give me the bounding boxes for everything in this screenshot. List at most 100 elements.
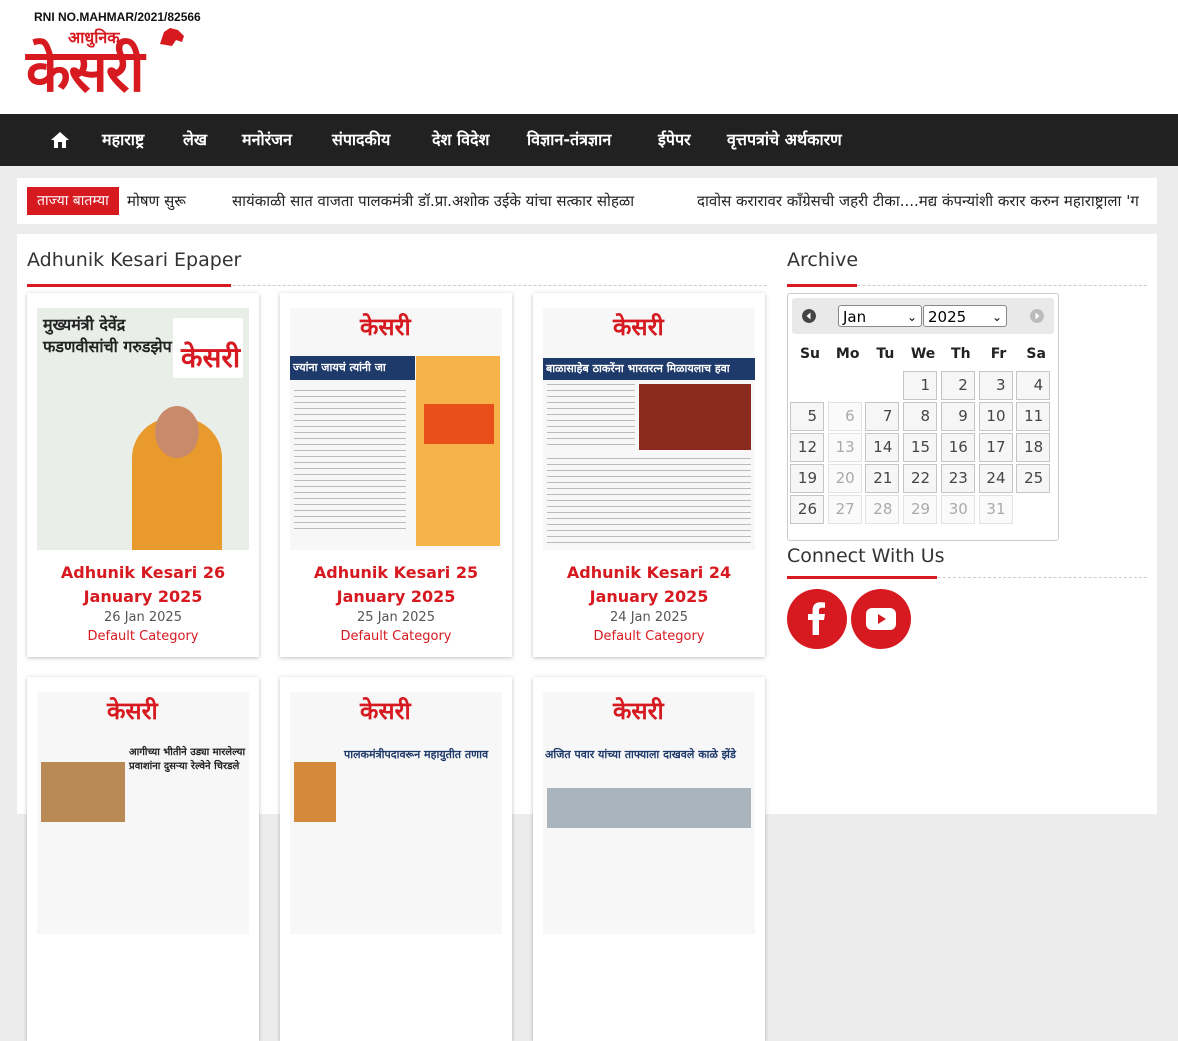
ticker-item[interactable]: मोषण सुरू bbox=[127, 178, 186, 224]
card-title[interactable]: Adhunik Kesari 26 January 2025 bbox=[27, 561, 259, 609]
calendar-day: 13 bbox=[827, 433, 862, 462]
facebook-icon bbox=[808, 602, 825, 635]
card-category[interactable]: Default Category bbox=[27, 629, 259, 644]
thumbnail-headline: मुख्यमंत्री देवेंद्र फडणवीसांची गरुडझेप bbox=[43, 315, 172, 356]
calendar-day[interactable]: 9 bbox=[940, 402, 975, 431]
calendar-day[interactable]: 7 bbox=[865, 402, 900, 431]
calendar-day[interactable]: 1 bbox=[903, 371, 938, 400]
weekday-label: Su bbox=[799, 346, 821, 362]
calendar-day[interactable]: 14 bbox=[865, 433, 900, 462]
epaper-thumbnail[interactable]: केसरी पालकमंत्रीपदावरून महायुतीत तणाव bbox=[290, 692, 502, 934]
nav-item-lekh[interactable]: लेख bbox=[183, 114, 207, 166]
content-area: Adhunik Kesari Epaper मुख्यमंत्री देवेंद… bbox=[17, 234, 1157, 1041]
calendar-day[interactable]: 15 bbox=[903, 433, 938, 462]
nav-item-arthakaran[interactable]: वृत्तपत्रांचे अर्थकारण bbox=[727, 114, 842, 166]
next-arrow-icon[interactable] bbox=[1030, 309, 1044, 323]
site-logo[interactable]: आधुनिक केसरी bbox=[26, 26, 211, 108]
weekday-label: Sa bbox=[1026, 346, 1046, 362]
thumbnail-headline: अजित पवार यांच्या ताफ्याला दाखवले काळे झ… bbox=[545, 748, 736, 761]
epaper-thumbnail[interactable]: केसरी अजित पवार यांच्या ताफ्याला दाखवले … bbox=[543, 692, 755, 934]
weekday-label: We bbox=[910, 346, 936, 362]
calendar-day: 20 bbox=[827, 464, 862, 493]
thumbnail-headline: ज्यांना जायचं त्यांनी जा bbox=[290, 356, 415, 380]
month-select[interactable]: Jan ⌄ bbox=[838, 305, 922, 327]
calendar-day[interactable]: 5 bbox=[790, 402, 824, 431]
epaper-section-title: Adhunik Kesari Epaper bbox=[27, 249, 242, 271]
epaper-card[interactable]: केसरी अजित पवार यांच्या ताफ्याला दाखवले … bbox=[533, 677, 765, 1041]
epaper-thumbnail[interactable]: केसरी ज्यांना जायचं त्यांनी जा bbox=[290, 308, 502, 550]
calendar-day[interactable]: 8 bbox=[903, 402, 938, 431]
thumbnail-logo: केसरी bbox=[181, 341, 241, 374]
calendar-day[interactable]: 18 bbox=[1016, 433, 1051, 462]
calendar-day[interactable]: 16 bbox=[940, 433, 975, 462]
youtube-icon bbox=[866, 608, 896, 630]
thumbnail-headline: आगीच्या भीतीने उड्या मारलेल्या प्रवाशांन… bbox=[129, 747, 246, 772]
card-category[interactable]: Default Category bbox=[533, 629, 765, 644]
card-date: 26 Jan 2025 bbox=[104, 610, 182, 625]
home-icon[interactable] bbox=[50, 130, 70, 150]
archive-title: Archive bbox=[787, 249, 859, 271]
facebook-button[interactable] bbox=[787, 589, 847, 649]
calendar-day[interactable]: 24 bbox=[978, 464, 1013, 493]
chevron-down-icon: ⌄ bbox=[991, 310, 1002, 324]
calendar-day[interactable]: 23 bbox=[940, 464, 975, 493]
calendar-day[interactable]: 19 bbox=[790, 464, 824, 493]
calendar-day[interactable]: 25 bbox=[1016, 464, 1051, 493]
epaper-thumbnail[interactable]: केसरी बाळासाहेब ठाकरेंना भारतरत्न मिळायल… bbox=[543, 308, 755, 550]
nav-item-sampadakiya[interactable]: संपादकीय bbox=[332, 114, 390, 166]
calendar-day[interactable]: 10 bbox=[978, 402, 1013, 431]
calendar-day: 30 bbox=[940, 495, 975, 524]
nav-item-vidnyan[interactable]: विज्ञान-तंत्रज्ञान bbox=[527, 114, 611, 166]
title-underline bbox=[787, 576, 937, 579]
epaper-card[interactable]: केसरी ज्यांना जायचं त्यांनी जा Adhunik K… bbox=[280, 293, 512, 657]
ticker-badge: ताज्या बातम्या bbox=[27, 187, 119, 215]
card-title[interactable]: Adhunik Kesari 24 January 2025 bbox=[533, 561, 765, 609]
year-value: 2025 bbox=[928, 308, 967, 326]
calendar-day: 27 bbox=[827, 495, 862, 524]
epaper-card[interactable]: केसरी आगीच्या भीतीने उड्या मारलेल्या प्र… bbox=[27, 677, 259, 1041]
calendar-day[interactable]: 12 bbox=[790, 433, 824, 462]
calendar-day[interactable]: 3 bbox=[978, 371, 1013, 400]
title-underline bbox=[787, 284, 857, 287]
calendar-day[interactable]: 21 bbox=[865, 464, 900, 493]
calendar-day[interactable]: 17 bbox=[978, 433, 1013, 462]
weekday-label: Th bbox=[951, 346, 971, 362]
nav-item-epaper[interactable]: ईपेपर bbox=[658, 114, 691, 166]
epaper-thumbnail[interactable]: केसरी आगीच्या भीतीने उड्या मारलेल्या प्र… bbox=[37, 692, 249, 934]
nav-item-maharashtra[interactable]: महाराष्ट्र bbox=[102, 114, 144, 166]
calendar-day[interactable]: 4 bbox=[1016, 371, 1051, 400]
thumbnail-headline: बाळासाहेब ठाकरेंना भारतरत्न मिळायलाच हवा bbox=[543, 358, 755, 380]
archive-calendar: Jan ⌄ 2025 ⌄ Su Mo Tu We Th Fr Sa 1 2 3 4 5 6 7 8 9 10 1… bbox=[787, 293, 1059, 541]
card-title[interactable]: Adhunik Kesari 25 January 2025 bbox=[280, 561, 512, 609]
rni-number: RNI NO.MAHMAR/2021/82566 bbox=[34, 10, 201, 24]
prev-arrow-icon[interactable] bbox=[802, 309, 816, 323]
epaper-card[interactable]: केसरी बाळासाहेब ठाकरेंना भारतरत्न मिळायल… bbox=[533, 293, 765, 657]
youtube-button[interactable] bbox=[851, 589, 911, 649]
weekday-label: Mo bbox=[835, 346, 860, 362]
calendar-day: 31 bbox=[978, 495, 1013, 524]
ticker-item[interactable]: सायंकाळी सात वाजता पालकमंत्री डॉ.प्रा.अश… bbox=[232, 178, 634, 224]
epaper-thumbnail[interactable]: मुख्यमंत्री देवेंद्र फडणवीसांची गरुडझेप … bbox=[37, 308, 249, 550]
card-category[interactable]: Default Category bbox=[280, 629, 512, 644]
epaper-card[interactable]: केसरी पालकमंत्रीपदावरून महायुतीत तणाव bbox=[280, 677, 512, 1041]
calendar-day: 6 bbox=[827, 402, 862, 431]
lion-icon bbox=[160, 28, 184, 46]
calendar-day[interactable]: 22 bbox=[903, 464, 938, 493]
thumbnail-headline: पालकमंत्रीपदावरून महायुतीत तणाव bbox=[344, 748, 489, 761]
nav-item-manoranjan[interactable]: मनोरंजन bbox=[242, 114, 292, 166]
logo-big-text: केसरी bbox=[26, 37, 144, 105]
news-ticker: ताज्या बातम्या मोषण सुरू सायंकाळी सात वा… bbox=[17, 178, 1157, 224]
calendar-day[interactable]: 26 bbox=[790, 495, 824, 524]
calendar-day[interactable]: 11 bbox=[1016, 402, 1051, 431]
calendar-day: 28 bbox=[865, 495, 900, 524]
epaper-card[interactable]: मुख्यमंत्री देवेंद्र फडणवीसांची गरुडझेप … bbox=[27, 293, 259, 657]
calendar-day[interactable]: 2 bbox=[940, 371, 975, 400]
thumbnail-logo: केसरी bbox=[360, 697, 411, 725]
main-nav: महाराष्ट्र लेख मनोरंजन संपादकीय देश विदे… bbox=[0, 114, 1178, 166]
thumbnail-logo: केसरी bbox=[360, 313, 411, 341]
ticker-item[interactable]: दावोस करारावर काँग्रेसची जहरी टीका....मद… bbox=[697, 178, 1139, 224]
thumbnail-logo: केसरी bbox=[613, 313, 664, 341]
nav-item-desh-videsh[interactable]: देश विदेश bbox=[432, 114, 489, 166]
card-date: 24 Jan 2025 bbox=[610, 610, 688, 625]
year-select[interactable]: 2025 ⌄ bbox=[923, 305, 1007, 327]
